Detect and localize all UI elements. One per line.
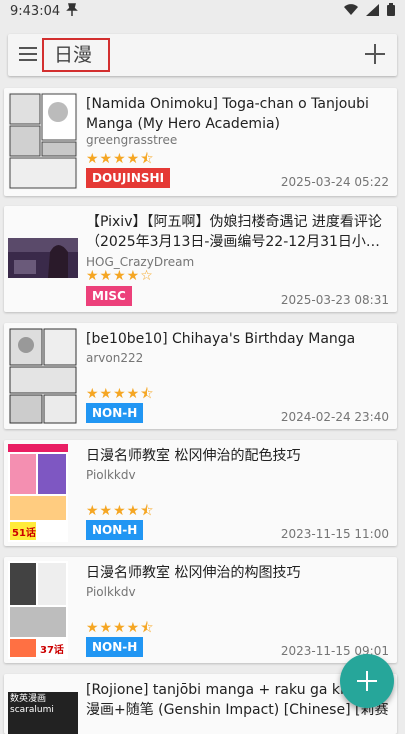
add-fab-button[interactable] — [340, 654, 394, 708]
gallery-item[interactable]: [be10be10] Chihaya's Birthday Manga arvo… — [4, 323, 397, 429]
status-time: 9:43:04 — [10, 4, 61, 19]
thumbnail-caption: 数英漫画 scaralumi — [10, 694, 54, 715]
search-bar: 日漫 — [8, 34, 397, 76]
gallery-date: 2025-03-24 05:22 — [280, 175, 389, 189]
gallery-title: 日漫名师教室 松冈伸治的构图技巧 — [86, 565, 301, 581]
menu-icon[interactable] — [19, 46, 37, 62]
gallery-thumbnail: 37话 — [8, 561, 68, 659]
gallery-date: 2023-11-15 11:00 — [280, 527, 389, 541]
gallery-item[interactable]: 51话 日漫名师教室 松冈伸治的配色技巧 Piolkkdv ★★★★⯪ NON-… — [4, 440, 397, 546]
rating-stars: ★★★★☆ — [86, 268, 154, 284]
category-badge: NON-H — [86, 520, 144, 540]
gallery-thumbnail: 51话 — [8, 444, 68, 542]
gallery-uploader: Piolkkdv — [86, 468, 136, 482]
gallery-date: 2025-03-23 08:31 — [280, 293, 389, 307]
category-badge: NON-H — [86, 637, 144, 657]
gallery-item[interactable]: 数英漫画 scaralumi [Rojione] tanjōbi manga +… — [4, 674, 397, 734]
thumbnail-caption: 51话 — [12, 528, 36, 539]
pin-icon — [66, 3, 78, 21]
gallery-item[interactable]: 37话 日漫名师教室 松冈伸治的构图技巧 Piolkkdv ★★★★⯪ NON-… — [4, 557, 397, 663]
signal-icon — [366, 3, 379, 20]
thumbnail-caption: 37话 — [40, 645, 64, 656]
gallery-title: [be10be10] Chihaya's Birthday Manga — [86, 331, 356, 347]
battery-icon — [387, 3, 395, 20]
gallery-item[interactable]: 【Pixiv】【阿五啊】伪娘扫楼奇遇记 进度看评论（2025年3月13日-漫画编… — [4, 206, 397, 312]
gallery-title: 日漫名师教室 松冈伸治的配色技巧 — [86, 448, 301, 464]
gallery-uploader: greengrasstree — [86, 133, 178, 147]
wifi-icon — [344, 3, 358, 20]
gallery-title: 【Pixiv】【阿五啊】伪娘扫楼奇遇记 进度看评论（2025年3月13日-漫画编… — [86, 214, 382, 250]
category-badge: MISC — [86, 286, 132, 306]
search-input[interactable]: 日漫 — [42, 38, 110, 72]
plus-icon[interactable] — [363, 42, 387, 66]
gallery-uploader: HOG_CrazyDream — [86, 255, 195, 269]
gallery-item[interactable]: [Namida Onimoku] Toga-chan o Tanjoubi Ma… — [4, 88, 397, 196]
gallery-date: 2024-02-24 23:40 — [280, 410, 389, 424]
gallery-uploader: Piolkkdv — [86, 585, 136, 599]
category-badge: NON-H — [86, 403, 144, 423]
gallery-uploader: arvon222 — [86, 351, 144, 365]
gallery-thumbnail: 数英漫画 scaralumi — [8, 692, 78, 734]
gallery-thumbnail — [8, 327, 78, 425]
gallery-title: [Namida Onimoku] Toga-chan o Tanjoubi Ma… — [86, 96, 369, 132]
gallery-thumbnail — [8, 238, 78, 278]
category-badge: DOUJINSHI — [86, 168, 171, 188]
gallery-thumbnail — [8, 92, 78, 190]
status-bar: 9:43:04 — [0, 0, 405, 24]
